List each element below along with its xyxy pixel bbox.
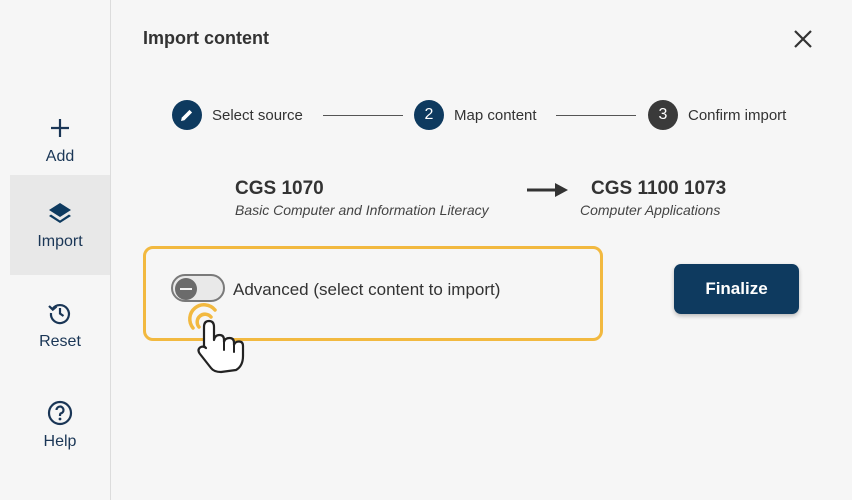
arrow-right-icon (527, 183, 568, 197)
import-dialog: Import content Select source 2 Map conte… (111, 0, 852, 500)
close-button[interactable] (791, 27, 815, 51)
step-2-label: Map content (454, 107, 537, 124)
pointer-hand-icon (188, 303, 245, 374)
target-course-name: Computer Applications (580, 202, 721, 218)
advanced-label: Advanced (select content to import) (233, 280, 501, 299)
plus-icon (46, 114, 74, 142)
sidebar: Add Import Reset Help (0, 0, 111, 500)
sidebar-item-reset[interactable]: Reset (10, 275, 110, 375)
source-course-name: Basic Computer and Information Literacy (235, 202, 489, 218)
step-1-circle (172, 100, 202, 130)
help-circle-icon (46, 399, 74, 427)
advanced-toggle[interactable] (171, 274, 225, 302)
finalize-button[interactable]: Finalize (674, 264, 799, 314)
step-1-label: Select source (212, 107, 303, 124)
sidebar-item-help[interactable]: Help (10, 375, 110, 475)
sidebar-item-import[interactable]: Import (10, 175, 110, 275)
source-course-code: CGS 1070 (235, 178, 324, 199)
sidebar-item-label: Add (45, 148, 75, 165)
close-icon (794, 30, 812, 48)
step-3-label: Confirm import (688, 107, 787, 124)
sidebar-item-label: Help (43, 433, 77, 450)
step-connector (323, 115, 403, 116)
toggle-knob (175, 278, 197, 300)
target-course-code: CGS 1100 1073 (591, 178, 727, 199)
history-icon (46, 299, 74, 327)
step-connector (556, 115, 636, 116)
step-3-circle: 3 (648, 100, 678, 130)
dialog-title: Import content (143, 28, 269, 48)
sidebar-item-label: Import (37, 233, 83, 250)
pencil-icon (181, 109, 193, 121)
layers-icon (46, 199, 74, 227)
step-2-circle: 2 (414, 100, 444, 130)
sidebar-item-label: Reset (39, 333, 81, 350)
